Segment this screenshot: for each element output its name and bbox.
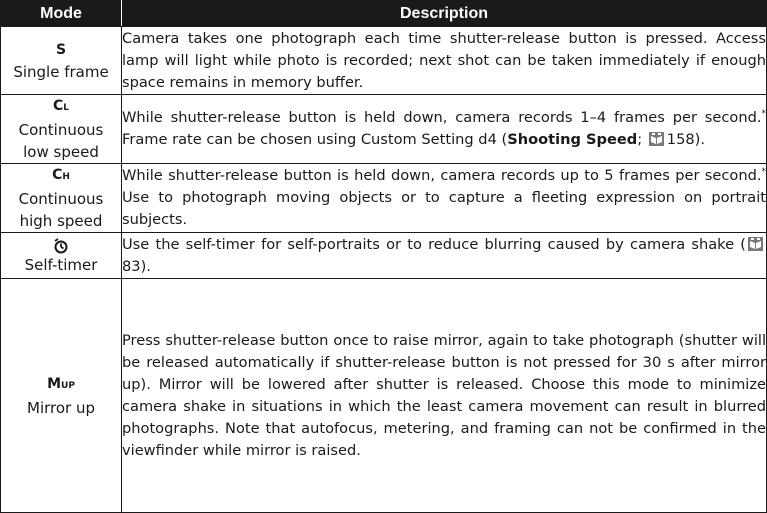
mode-cell-self-timer: Self-timer [0,232,122,279]
footnote-marker: * [761,109,767,120]
page-reference: 158 [666,131,695,148]
table-row: CL Continuous low speed While shutter-re… [0,94,767,164]
single-frame-symbol: S [55,41,67,58]
description-cell: Camera takes one photograph each time sh… [121,26,767,95]
continuous-low-symbol: CL [52,98,70,114]
mode-name: Single frame [13,62,109,81]
table-row: Self-timer Use the self-timer for self-p… [0,232,767,279]
table-row: MUP Mirror up Press shutter-release butt… [0,278,767,513]
mode-column-header: Mode [0,0,122,27]
mirror-up-symbol: MUP [47,375,75,392]
description-column-header: Description [121,0,767,27]
mode-name-line1: Continuous [18,190,104,208]
mode-name-line2: high speed [19,212,103,230]
description-cell: While shutter-release button is held dow… [121,163,767,233]
description-cell: Use the self-timer for self-portraits or… [121,232,767,279]
table-row: S Single frame Camera takes one photogra… [0,26,767,95]
page-reference-icon [648,132,664,146]
table-header-row: Mode Description [0,0,767,27]
mode-cell-single-frame: S Single frame [0,26,122,95]
mode-name: Self-timer [24,255,98,274]
mode-cell-continuous-low: CL Continuous low speed [0,94,122,164]
mode-name: Mirror up [27,398,95,417]
description-cell: While shutter-release button is held dow… [121,94,767,164]
mode-cell-mirror-up: MUP Mirror up [0,278,122,513]
self-timer-icon [54,237,68,253]
footnote-marker: * [761,167,767,178]
page-reference: 83 [122,257,141,275]
page-reference-icon [748,236,763,251]
description-cell: Press shutter-release button once to rai… [121,278,767,513]
table-row: CH Continuous high speed While shutter-r… [0,163,767,233]
mode-name-line1: Continuous [18,121,104,139]
continuous-high-symbol: CH [52,167,70,183]
release-mode-table: Mode Description S Single frame Camera t… [0,0,767,513]
shooting-speed-label: Shooting Speed [507,131,638,148]
mode-name-line2: low speed [23,143,99,161]
mode-cell-continuous-high: CH Continuous high speed [0,163,122,233]
